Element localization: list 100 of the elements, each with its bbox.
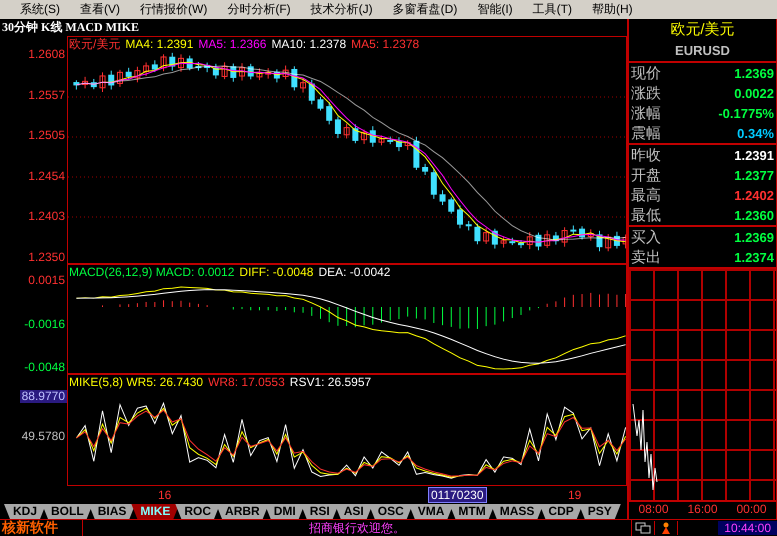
chart-title: 30分钟 K线 MACD MIKE [1,19,140,36]
candlestick [361,129,368,145]
candlestick [466,220,472,231]
indicator-tab[interactable]: MTM [449,504,495,519]
candlestick [422,163,428,176]
status-message: 招商银行欢迎您。 [82,520,632,536]
figure-icon [660,522,672,534]
axis-label: -0.0016 [23,318,66,330]
quote-value: 1.2374 [734,250,774,264]
menu-item[interactable]: 智能(I) [467,1,523,18]
indicator-tab[interactable]: MIKE [131,504,180,519]
quote-value: -0.1775% [718,106,774,120]
legend-label: MA5: 1.2378 [351,37,420,51]
candlestick [605,234,612,252]
quote-value: 1.2369 [734,230,774,244]
indicator-tab[interactable]: ROC [175,504,220,519]
candlestick [90,78,97,90]
brand-name: 核新软件 [0,519,59,536]
candlestick [317,96,324,112]
candlestick [378,134,385,146]
candlestick [387,136,394,145]
indicator-tab[interactable]: BOLL [42,504,93,519]
menu-item[interactable]: 分时分析(F) [217,1,301,18]
candlestick [282,65,289,80]
candlestick [456,204,463,229]
quote-label: 最低 [631,206,661,224]
indicator-tab[interactable]: ASI [334,504,373,519]
axis-label: 49.5780 [20,430,66,443]
axis-label: 1.2608 [27,48,66,61]
axis-label: 1.2403 [27,210,66,224]
legend-label: MACD(26,12,9) MACD: 0.0012 [69,265,234,279]
indicator-tab[interactable]: BIAS [88,504,136,519]
candlestick [474,223,480,245]
candlestick [596,230,602,252]
candlestick [535,232,542,251]
quote-label: 现价 [631,64,661,82]
candlestick [169,52,176,72]
quote-label: 最高 [631,186,661,204]
candlestick [500,236,507,248]
candlestick [622,234,626,249]
indicator-tab[interactable]: KDJ [4,504,46,519]
instrument-name: 欧元/美元 [669,20,736,40]
legend-label: MA4: 1.2391 [125,37,194,51]
quote-label: 买入 [631,228,661,246]
quote-value: 1.2360 [734,208,774,222]
axis-label: -0.0048 [23,361,66,374]
candlestick [483,228,490,244]
quote-value: 0.0022 [734,86,774,100]
candlestick [326,102,332,125]
quote-value: 0.34% [737,126,774,140]
candlestick [248,63,254,80]
menu-item[interactable]: 行情报价(W) [130,1,218,18]
indicator-tab[interactable]: DMI [264,504,305,519]
menu-item[interactable]: 技术分析(J) [300,1,383,18]
menu-item[interactable]: 帮助(H) [582,1,643,18]
quote-label: 震幅 [631,124,661,142]
time-label: 08:00 [638,502,669,518]
candlestick [526,232,533,250]
menu-item[interactable]: 多窗看盘(D) [382,1,468,18]
legend-label: DEA: -0.0042 [318,265,390,279]
time-label: 16:00 [687,502,718,518]
candlestick [544,230,550,248]
quote-label: 卖出 [631,248,661,266]
indicator-tab[interactable]: ARBR [216,504,269,519]
candlestick [588,228,594,242]
candlestick [212,63,219,80]
indicator-tab[interactable]: VMA [408,504,454,519]
quote-label: 开盘 [631,166,661,184]
candlestick [108,70,114,90]
candlestick [440,190,446,206]
indicator-tab[interactable]: PSY [578,504,621,519]
axis-label: 1.2350 [27,250,66,264]
clock: 10:44:00 [718,521,777,535]
axis-label: 1.2454 [27,170,66,183]
axis-label: 1.2505 [27,129,66,142]
indicator-tab[interactable]: MASS [490,504,544,519]
menu-item[interactable]: 系统(S) [10,1,70,18]
legend-label: MA10: 1.2378 [271,37,346,51]
candlestick [265,68,272,80]
candlestick [152,60,158,73]
quote-value: 1.2369 [734,66,774,80]
menu-item[interactable]: 查看(V) [70,1,130,18]
legend-label: MA5: 1.2366 [198,37,266,51]
candlestick [352,124,358,144]
candlestick [126,67,132,80]
candlestick [570,224,576,236]
candlestick [160,54,167,72]
indicator-tab[interactable]: RSI [300,504,339,519]
menu-item[interactable]: 工具(T) [522,1,582,18]
indicator-tab[interactable]: OSC [368,504,413,519]
candlestick [82,76,88,89]
quote-label: 涨幅 [631,104,661,122]
candlestick [186,55,193,71]
quote-label: 昨收 [631,146,661,164]
candlestick [195,61,202,72]
candlestick [100,72,106,92]
candlestick [204,62,210,73]
indicator-tab[interactable]: CDP [539,504,583,519]
candlestick [430,168,437,200]
axis-label: 1.2557 [27,88,66,102]
